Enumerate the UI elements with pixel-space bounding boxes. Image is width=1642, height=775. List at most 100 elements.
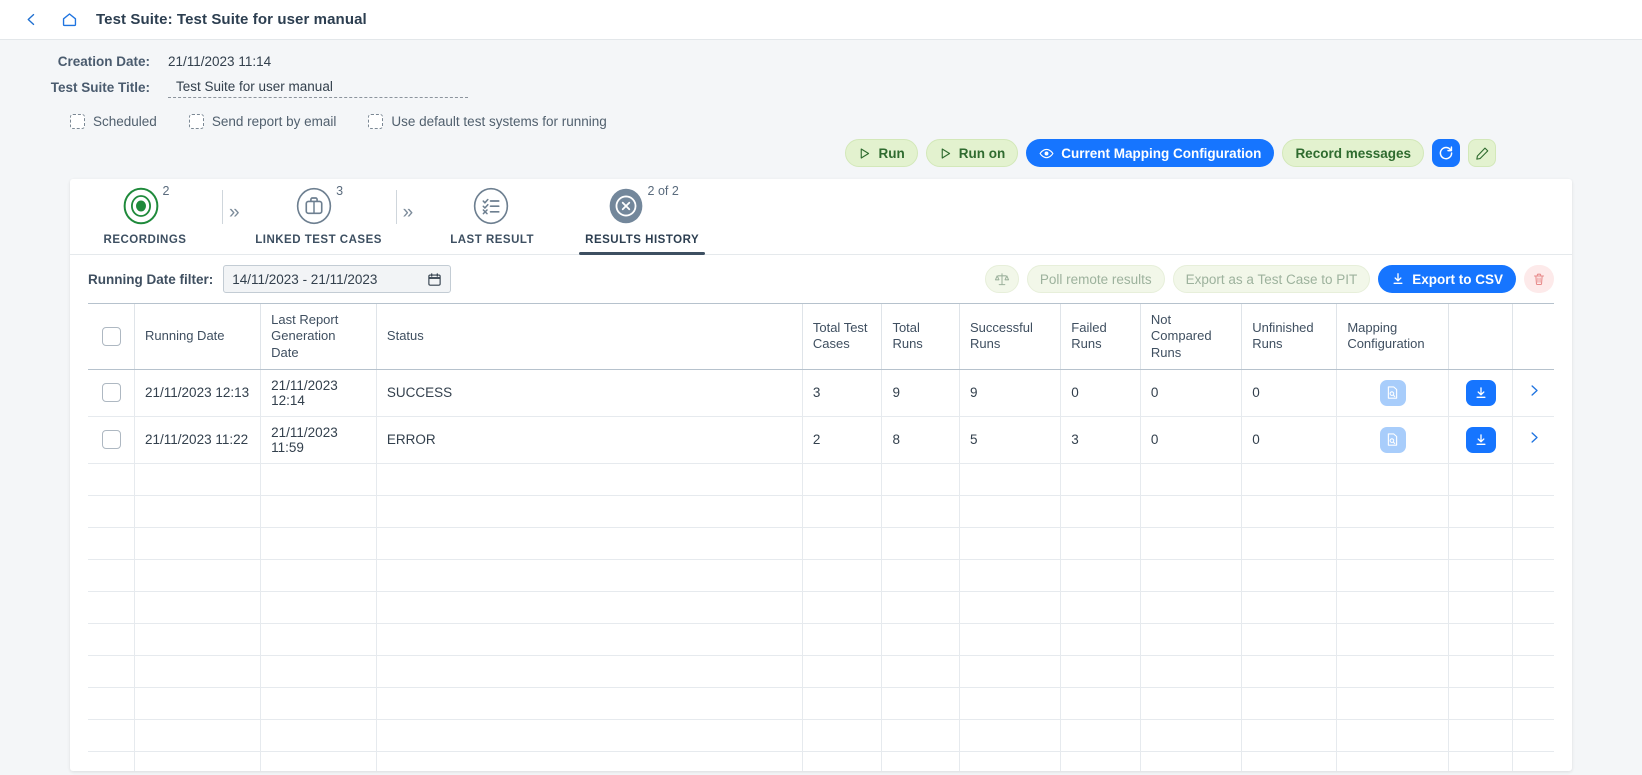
cell-status: SUCCESS [376, 369, 803, 417]
cell-download [1448, 369, 1514, 417]
empty-cell [1140, 623, 1243, 656]
tab-divider [395, 190, 397, 224]
mapping-configuration-button[interactable] [1379, 379, 1406, 406]
running-date-filter-input[interactable]: 14/11/2023 - 21/11/2023 [223, 265, 452, 293]
empty-cell [376, 495, 803, 528]
empty-cell [134, 559, 262, 592]
run-button[interactable]: Run [845, 139, 918, 167]
empty-cell [260, 591, 377, 624]
poll-remote-results-label: Poll remote results [1039, 271, 1152, 287]
run-on-button[interactable]: Run on [925, 139, 1019, 167]
mapping-configuration-button[interactable] [1379, 426, 1406, 453]
export-to-csv-button[interactable]: Export to CSV [1378, 265, 1516, 293]
empty-cell [1512, 527, 1554, 560]
empty-cell [88, 623, 136, 656]
empty-cell [881, 527, 960, 560]
select-all-checkbox[interactable] [101, 326, 121, 346]
empty-cell [260, 655, 377, 688]
table-empty-row [88, 559, 1554, 592]
tab-results-history-count: 2 of 2 [647, 184, 679, 198]
tab-recordings[interactable]: 2 RECORDINGS [70, 184, 220, 254]
export-test-case-pit-button[interactable]: Export as a Test Case to PIT [1172, 265, 1371, 293]
empty-cell [1512, 623, 1554, 656]
checkbox-send-report-by-email[interactable]: Send report by email [188, 114, 337, 129]
empty-cell [1336, 527, 1449, 560]
table-empty-row [88, 655, 1554, 688]
row-download-button[interactable] [1465, 379, 1496, 406]
tab-results-history[interactable]: 2 of 2 RESULTS HISTORY [567, 184, 717, 255]
empty-cell [376, 719, 803, 752]
compare-results-button[interactable] [984, 265, 1019, 293]
checkbox-send-report-label: Send report by email [211, 114, 337, 129]
creation-date-value: 21/11/2023 11:14 [168, 54, 272, 69]
tab-recordings-label: RECORDINGS [103, 234, 187, 246]
current-mapping-configuration-button[interactable]: Current Mapping Configuration [1026, 139, 1275, 167]
empty-cell [376, 463, 803, 496]
home-button[interactable] [56, 7, 82, 33]
export-test-case-pit-label: Export as a Test Case to PIT [1185, 271, 1358, 287]
empty-cell [802, 527, 883, 560]
cell-not-compared-runs: 0 [1140, 369, 1243, 417]
empty-cell [959, 623, 1062, 656]
empty-cell [802, 719, 883, 752]
chevron-right-icon[interactable] [1528, 431, 1540, 444]
empty-cell [260, 463, 377, 496]
poll-remote-results-button[interactable]: Poll remote results [1026, 265, 1165, 293]
table-body: 21/11/2023 12:13 21/11/2023 12:14 SUCCESS 3… [88, 369, 1554, 771]
empty-cell [1140, 719, 1243, 752]
empty-cell [134, 527, 262, 560]
tab-linked-test-cases[interactable]: 3 LINKED TEST CASES [244, 184, 394, 254]
empty-cell [260, 623, 377, 656]
table-empty-row [88, 463, 1554, 496]
record-messages-button[interactable]: Record messages [1282, 139, 1424, 167]
mapping-document-icon [1387, 386, 1398, 399]
delete-button[interactable] [1524, 265, 1554, 293]
empty-cell [1140, 559, 1243, 592]
briefcase-icon [296, 187, 332, 225]
checklist-icon [473, 187, 509, 225]
results-table: Running Date Last Report Generation Date… [88, 304, 1554, 771]
row-download-button[interactable] [1465, 426, 1496, 453]
empty-cell [88, 655, 136, 688]
tab-last-result-label: LAST RESULT [450, 234, 535, 246]
checkbox-box-icon[interactable] [70, 114, 85, 129]
empty-cell [959, 687, 1062, 720]
checkbox-scheduled[interactable]: Scheduled [70, 114, 157, 129]
checkbox-box-icon[interactable] [368, 114, 384, 129]
empty-cell [802, 655, 883, 688]
checkbox-box-icon[interactable] [188, 114, 204, 129]
empty-cell [260, 495, 377, 528]
edit-button[interactable] [1468, 139, 1496, 167]
row-expand-button[interactable] [1528, 431, 1540, 448]
tab-bar: 2 RECORDINGS » 3 LINKED TEST CASES » LAS… [70, 179, 1572, 255]
empty-cell [260, 527, 377, 560]
chevron-right-icon[interactable] [1528, 384, 1540, 397]
empty-cell [802, 751, 883, 771]
creation-date-label: Creation Date: [57, 54, 150, 69]
table-row[interactable]: 21/11/2023 11:22 21/11/2023 11:59 ERROR 2 8 5… [88, 416, 1554, 464]
empty-cell [802, 623, 883, 656]
empty-cell [1140, 527, 1243, 560]
empty-cell [881, 559, 960, 592]
checkbox-use-default-test-systems[interactable]: Use default test systems for running [368, 114, 607, 129]
empty-cell [1140, 655, 1243, 688]
empty-cell [959, 495, 1062, 528]
empty-cell [1512, 751, 1554, 771]
table-row[interactable]: 21/11/2023 12:13 21/11/2023 12:14 SUCCESS 3… [88, 369, 1554, 417]
calendar-icon[interactable] [427, 272, 442, 287]
test-suite-title-input[interactable]: Test Suite for user manual [168, 79, 468, 98]
running-date-filter-label: Running Date filter: [88, 271, 214, 287]
back-button[interactable] [18, 7, 44, 33]
select-all-header [88, 304, 136, 370]
empty-cell [1140, 495, 1243, 528]
tab-last-result[interactable]: LAST RESULT [417, 186, 567, 254]
row-expand-button[interactable] [1528, 384, 1540, 401]
row-checkbox[interactable] [101, 430, 121, 450]
play-icon [941, 147, 950, 159]
table-empty-row [88, 527, 1554, 560]
empty-cell [959, 719, 1062, 752]
refresh-button[interactable] [1432, 139, 1460, 167]
empty-cell [134, 751, 262, 771]
row-checkbox[interactable] [101, 383, 121, 403]
current-mapping-configuration-label: Current Mapping Configuration [1061, 145, 1262, 161]
